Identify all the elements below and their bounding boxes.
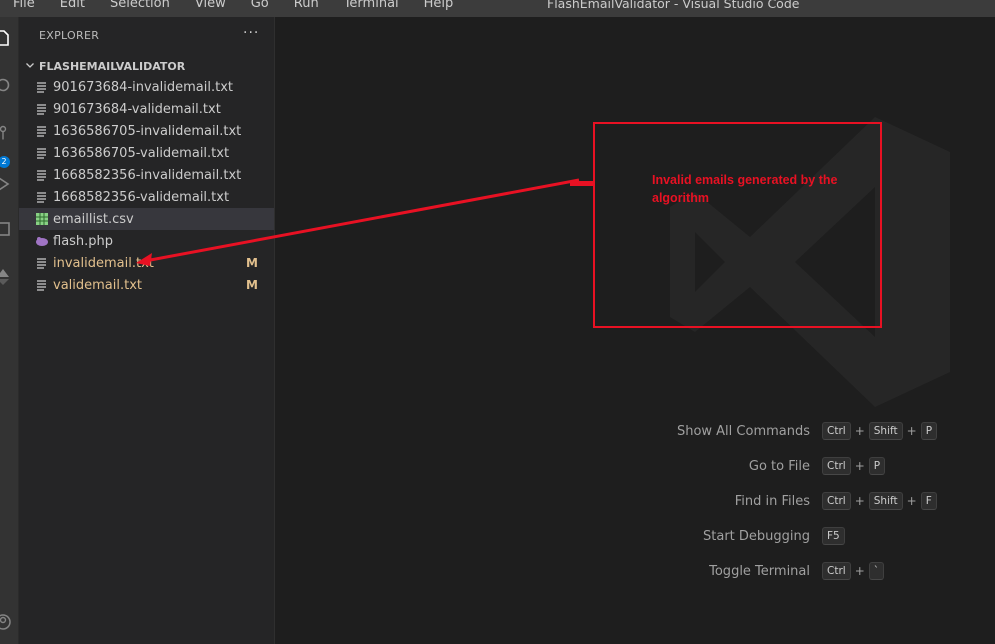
key-cap: Shift	[868, 422, 903, 440]
file-name: 1636586705-validemail.txt	[53, 145, 230, 161]
file-item[interactable]: 1668582356-validemail.txt	[19, 186, 274, 208]
file-name: emaillist.csv	[53, 211, 134, 227]
menu-help[interactable]: Help	[410, 0, 465, 14]
keybinding: Ctrl + `	[822, 562, 884, 580]
file-name: 1668582356-validemail.txt	[53, 189, 230, 205]
shortcut-row: Show All Commands Ctrl + Shift + P	[275, 421, 995, 441]
explorer-icon[interactable]	[0, 29, 12, 47]
shortcut-row: Start Debugging F5	[275, 526, 995, 546]
file-item[interactable]: 901673684-validemail.txt	[19, 98, 274, 120]
php-file-icon	[35, 234, 49, 248]
activity-bar: 2	[0, 17, 19, 644]
keybinding: Ctrl + P	[822, 457, 886, 475]
key-cap: P	[868, 457, 886, 475]
menu-bar: File Edit Selection View Go Run Terminal…	[0, 0, 464, 14]
key-separator: +	[854, 424, 865, 438]
file-name: 1636586705-invalidemail.txt	[53, 123, 242, 139]
file-item[interactable]: validemail.txt M	[19, 274, 274, 296]
menu-view[interactable]: View	[181, 0, 237, 14]
file-item[interactable]: 1636586705-invalidemail.txt	[19, 120, 274, 142]
search-icon[interactable]	[0, 77, 12, 95]
text-file-icon	[35, 168, 49, 182]
keybinding: F5	[822, 527, 845, 545]
key-cap: F5	[822, 527, 845, 545]
file-name: 1668582356-invalidemail.txt	[53, 167, 242, 183]
file-name: validemail.txt	[53, 277, 143, 293]
file-item[interactable]: emaillist.csv	[19, 208, 274, 230]
file-name: 901673684-invalidemail.txt	[53, 79, 233, 95]
source-control-icon[interactable]	[0, 125, 12, 143]
text-file-icon	[35, 146, 49, 160]
shortcut-row: Find in Files Ctrl + Shift + F	[275, 491, 995, 511]
file-item[interactable]: 1636586705-validemail.txt	[19, 142, 274, 164]
run-debug-icon[interactable]	[0, 175, 12, 193]
account-icon[interactable]	[0, 613, 12, 631]
annotation-text: Invalid emails generated by the algorith…	[652, 173, 838, 205]
editor-area: Show All Commands Ctrl + Shift + P Go to File C…	[275, 17, 995, 644]
chevron-down-icon	[21, 60, 39, 73]
menu-terminal[interactable]: Terminal	[330, 0, 410, 14]
menu-selection[interactable]: Selection	[96, 0, 181, 14]
key-cap: Shift	[868, 492, 903, 510]
csv-file-icon	[35, 212, 49, 226]
key-cap: Ctrl	[822, 562, 851, 580]
key-separator: +	[854, 564, 865, 578]
explorer-sidebar: EXPLORER ··· FLASHEMAILVALIDATOR 9016736…	[19, 17, 275, 644]
text-file-icon	[35, 102, 49, 116]
text-file-icon	[35, 80, 49, 94]
text-file-icon	[35, 190, 49, 204]
shortcut-label[interactable]: Start Debugging	[703, 529, 810, 544]
file-list: 901673684-invalidemail.txt 901673684-vali…	[19, 76, 274, 296]
keybinding: Ctrl + Shift + P	[822, 422, 938, 440]
shortcut-label[interactable]: Toggle Terminal	[709, 564, 810, 579]
text-file-icon	[35, 256, 49, 270]
key-separator: +	[854, 494, 865, 508]
annotation-box	[593, 122, 882, 328]
extensions-icon[interactable]	[0, 220, 12, 238]
key-separator: +	[854, 459, 865, 473]
more-actions-icon[interactable]: ···	[243, 25, 259, 41]
key-cap: Ctrl	[822, 457, 851, 475]
file-item[interactable]: 1668582356-invalidemail.txt	[19, 164, 274, 186]
git-status-badge: M	[246, 256, 258, 270]
text-file-icon	[35, 278, 49, 292]
scm-badge: 2	[0, 156, 10, 168]
file-name: 901673684-validemail.txt	[53, 101, 221, 117]
shortcut-row: Toggle Terminal Ctrl + `	[275, 561, 995, 581]
explorer-header: EXPLORER	[39, 29, 100, 42]
key-separator: +	[906, 424, 917, 438]
welcome-shortcuts: Show All Commands Ctrl + Shift + P Go to File C…	[275, 17, 995, 644]
folder-name: FLASHEMAILVALIDATOR	[39, 59, 186, 73]
remote-icon[interactable]	[0, 267, 12, 285]
shortcut-label[interactable]: Go to File	[749, 459, 810, 474]
shortcut-row: Go to File Ctrl + P	[275, 456, 995, 476]
file-name: invalidemail.txt	[53, 255, 154, 271]
file-item[interactable]: flash.php	[19, 230, 274, 252]
title-bar: File Edit Selection View Go Run Terminal…	[0, 0, 995, 17]
window-title: FlashEmailValidator - Visual Studio Code	[547, 0, 800, 11]
key-separator: +	[906, 494, 917, 508]
keybinding: Ctrl + Shift + F	[822, 492, 937, 510]
menu-edit[interactable]: Edit	[46, 0, 96, 14]
key-cap: F	[920, 492, 937, 510]
menu-run[interactable]: Run	[280, 0, 330, 14]
shortcut-label[interactable]: Show All Commands	[677, 424, 810, 439]
shortcut-label[interactable]: Find in Files	[735, 494, 810, 509]
file-item[interactable]: 901673684-invalidemail.txt	[19, 76, 274, 98]
key-cap: P	[920, 422, 938, 440]
key-cap: Ctrl	[822, 422, 851, 440]
key-cap: Ctrl	[822, 492, 851, 510]
text-file-icon	[35, 124, 49, 138]
file-item[interactable]: invalidemail.txt M	[19, 252, 274, 274]
folder-header[interactable]: FLASHEMAILVALIDATOR	[19, 56, 274, 76]
menu-go[interactable]: Go	[237, 0, 280, 14]
key-cap: `	[868, 562, 884, 580]
git-status-badge: M	[246, 278, 258, 292]
file-name: flash.php	[53, 233, 114, 249]
menu-file[interactable]: File	[0, 0, 46, 14]
